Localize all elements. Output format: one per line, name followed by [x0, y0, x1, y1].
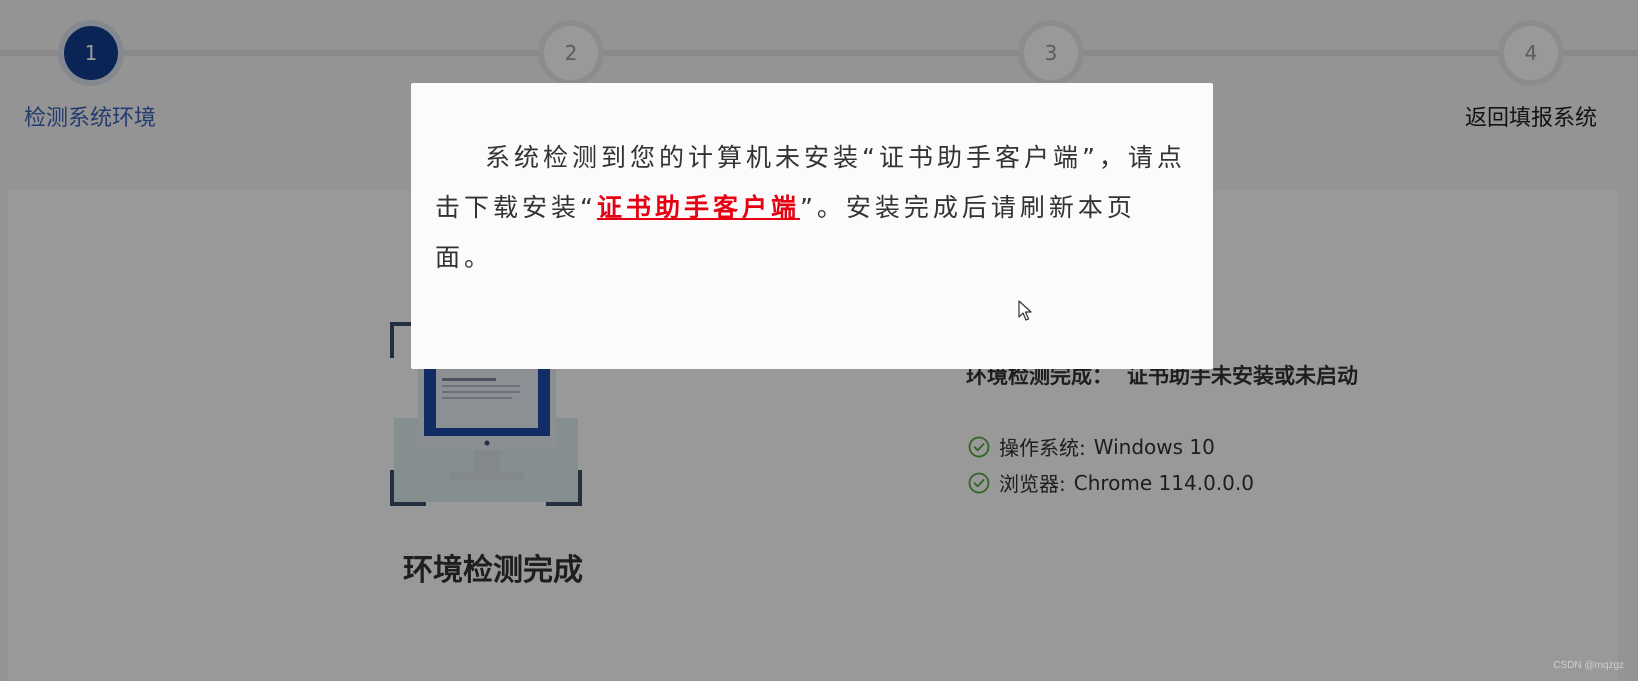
- page: 1 2 3 4 检测系统环境 返回填报系统 环境检测完成 环境检测完成： 证书助…: [0, 0, 1638, 681]
- mouse-cursor-icon: [1018, 300, 1032, 321]
- dialog-message: 系统检测到您的计算机未安装“证书助手客户端”，请点击下载安装“证书助手客户端”。…: [435, 133, 1187, 283]
- watermark: CSDN @mqzgz: [1553, 660, 1624, 671]
- install-prompt-dialog: 系统检测到您的计算机未安装“证书助手客户端”，请点击下载安装“证书助手客户端”。…: [411, 83, 1213, 369]
- download-client-link[interactable]: 证书助手客户端: [597, 193, 800, 222]
